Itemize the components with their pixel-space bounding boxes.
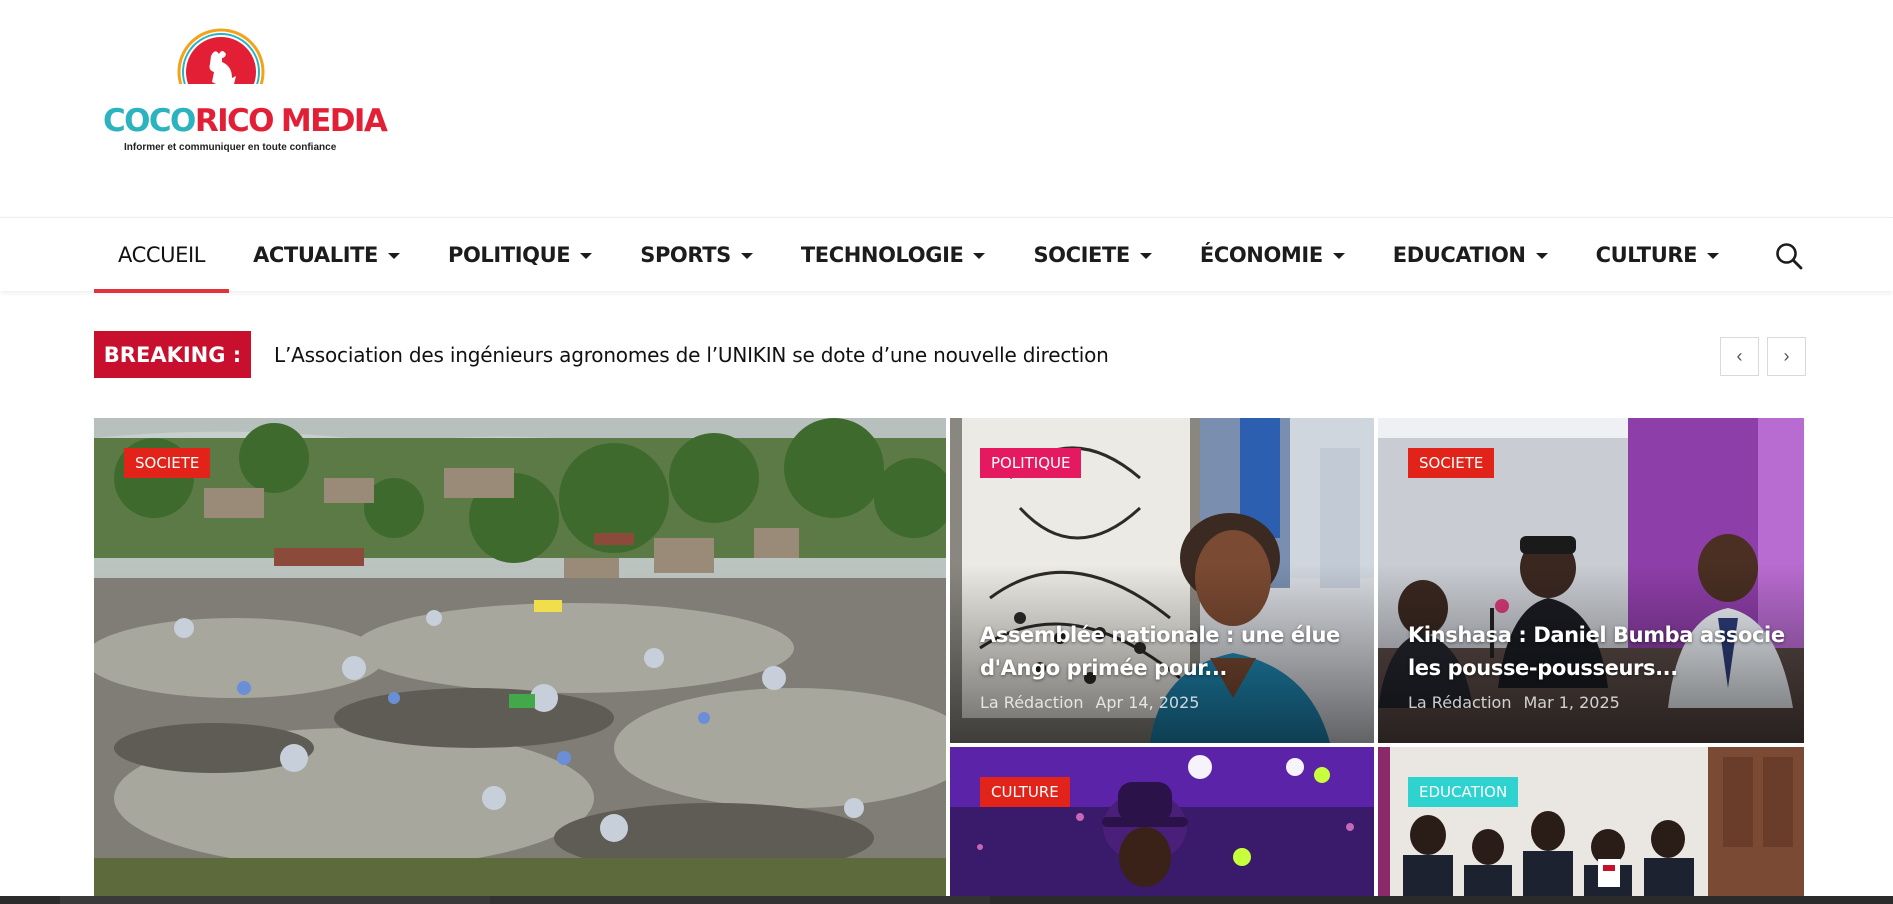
featured-card-societe[interactable]: SOCIETE Kinshasa : Daniel Bumba associe … bbox=[1378, 418, 1804, 743]
nav-item-economie[interactable]: ÉCONOMIE bbox=[1176, 218, 1369, 292]
article-title-line: les pousse-pousseurs... bbox=[1408, 656, 1678, 680]
article-title-line: Kinshasa : Daniel Bumba associe bbox=[1408, 623, 1785, 647]
ticker-prev-button[interactable]: ‹ bbox=[1720, 337, 1759, 376]
nav-item-culture[interactable]: CULTURE bbox=[1572, 218, 1743, 292]
nav-item-societe[interactable]: SOCIETE bbox=[1009, 218, 1175, 292]
article-title-line: Assemblée nationale : une élue bbox=[980, 623, 1340, 647]
nav-item-label: ACCUEIL bbox=[118, 243, 206, 267]
breaking-news-ticker: BREAKING : L’Association des ingénieurs … bbox=[94, 331, 1806, 378]
concert-photo bbox=[950, 747, 1374, 896]
nav-item-education[interactable]: EDUCATION bbox=[1369, 218, 1572, 292]
main-navigation: ACCUEIL ACTUALITE POLITIQUE SPORTS TECHN… bbox=[0, 217, 1893, 293]
nav-item-politique[interactable]: POLITIQUE bbox=[424, 218, 616, 292]
nav-item-actualite[interactable]: ACTUALITE bbox=[229, 218, 424, 292]
caret-down-icon bbox=[1707, 253, 1720, 259]
nav-item-label: ACTUALITE bbox=[253, 243, 378, 267]
chevron-left-icon: ‹ bbox=[1736, 346, 1743, 366]
breaking-headline-link[interactable]: L’Association des ingénieurs agronomes d… bbox=[274, 331, 1109, 378]
logo-word-1: COCO bbox=[103, 103, 196, 139]
logo-wordmark: COCORICO MEDIA bbox=[103, 103, 388, 139]
category-badge[interactable]: EDUCATION bbox=[1408, 777, 1519, 807]
article-title-line: d'Ango primée pour... bbox=[980, 656, 1228, 680]
article-date: Apr 14, 2025 bbox=[1095, 693, 1200, 712]
nav-item-label: TECHNOLOGIE bbox=[800, 243, 964, 267]
caret-down-icon bbox=[1139, 253, 1152, 259]
nav-item-label: ÉCONOMIE bbox=[1199, 243, 1323, 267]
site-header: COCORICO MEDIA Informer et communiquer en… bbox=[0, 0, 1893, 217]
caret-down-icon bbox=[740, 253, 753, 259]
nav-item-sports[interactable]: SPORTS bbox=[616, 218, 777, 292]
nav-item-label: SPORTS bbox=[640, 243, 731, 267]
featured-card-politique[interactable]: POLITIQUE Assemblée nationale : une élue… bbox=[950, 418, 1374, 743]
nav-item-accueil[interactable]: ACCUEIL bbox=[94, 218, 230, 293]
caret-down-icon bbox=[387, 253, 400, 259]
breaking-label: BREAKING : bbox=[94, 331, 251, 378]
logo-word-3: MEDIA bbox=[280, 103, 388, 139]
category-badge[interactable]: SOCIETE bbox=[1408, 448, 1495, 478]
featured-card-culture[interactable]: CULTURE bbox=[950, 747, 1374, 896]
chevron-right-icon: › bbox=[1783, 346, 1790, 366]
rooster-logo-icon bbox=[173, 28, 269, 114]
caret-down-icon bbox=[973, 253, 986, 259]
article-date: Mar 1, 2025 bbox=[1523, 693, 1620, 712]
category-badge[interactable]: POLITIQUE bbox=[980, 448, 1082, 478]
search-icon bbox=[1776, 243, 1803, 270]
article-author[interactable]: La Rédaction bbox=[1408, 693, 1511, 712]
ceremony-photo bbox=[1378, 747, 1804, 896]
nav-item-label: SOCIETE bbox=[1033, 243, 1130, 267]
bottom-edge-bar bbox=[0, 896, 1893, 904]
featured-card-education[interactable]: EDUCATION bbox=[1378, 747, 1804, 896]
nav-item-label: CULTURE bbox=[1595, 243, 1698, 267]
search-button[interactable] bbox=[1773, 240, 1805, 272]
caret-down-icon bbox=[580, 253, 593, 259]
caret-down-icon bbox=[1535, 253, 1548, 259]
nav-item-label: EDUCATION bbox=[1392, 243, 1526, 267]
article-author[interactable]: La Rédaction bbox=[980, 693, 1083, 712]
logo-word-2: RICO bbox=[194, 103, 275, 139]
featured-card-main[interactable]: SOCIETE bbox=[94, 418, 946, 896]
article-meta: La Rédaction Mar 1, 2025 bbox=[1408, 693, 1620, 712]
site-logo[interactable]: COCORICO MEDIA Informer et communiquer en… bbox=[101, 26, 388, 158]
landfill-photo bbox=[94, 418, 946, 896]
article-meta: La Rédaction Apr 14, 2025 bbox=[980, 693, 1199, 712]
ticker-next-button[interactable]: › bbox=[1767, 337, 1806, 376]
logo-tagline: Informer et communiquer en toute confian… bbox=[124, 142, 337, 153]
article-title[interactable]: Kinshasa : Daniel Bumba associe les pous… bbox=[1408, 619, 1788, 685]
category-badge[interactable]: CULTURE bbox=[980, 777, 1070, 807]
nav-item-technologie[interactable]: TECHNOLOGIE bbox=[777, 218, 1010, 292]
nav-item-label: POLITIQUE bbox=[447, 243, 571, 267]
nav-menu: ACCUEIL ACTUALITE POLITIQUE SPORTS TECHN… bbox=[94, 218, 1743, 293]
category-badge[interactable]: SOCIETE bbox=[124, 448, 211, 478]
caret-down-icon bbox=[1332, 253, 1345, 259]
article-title[interactable]: Assemblée nationale : une élue d'Ango pr… bbox=[980, 619, 1360, 685]
